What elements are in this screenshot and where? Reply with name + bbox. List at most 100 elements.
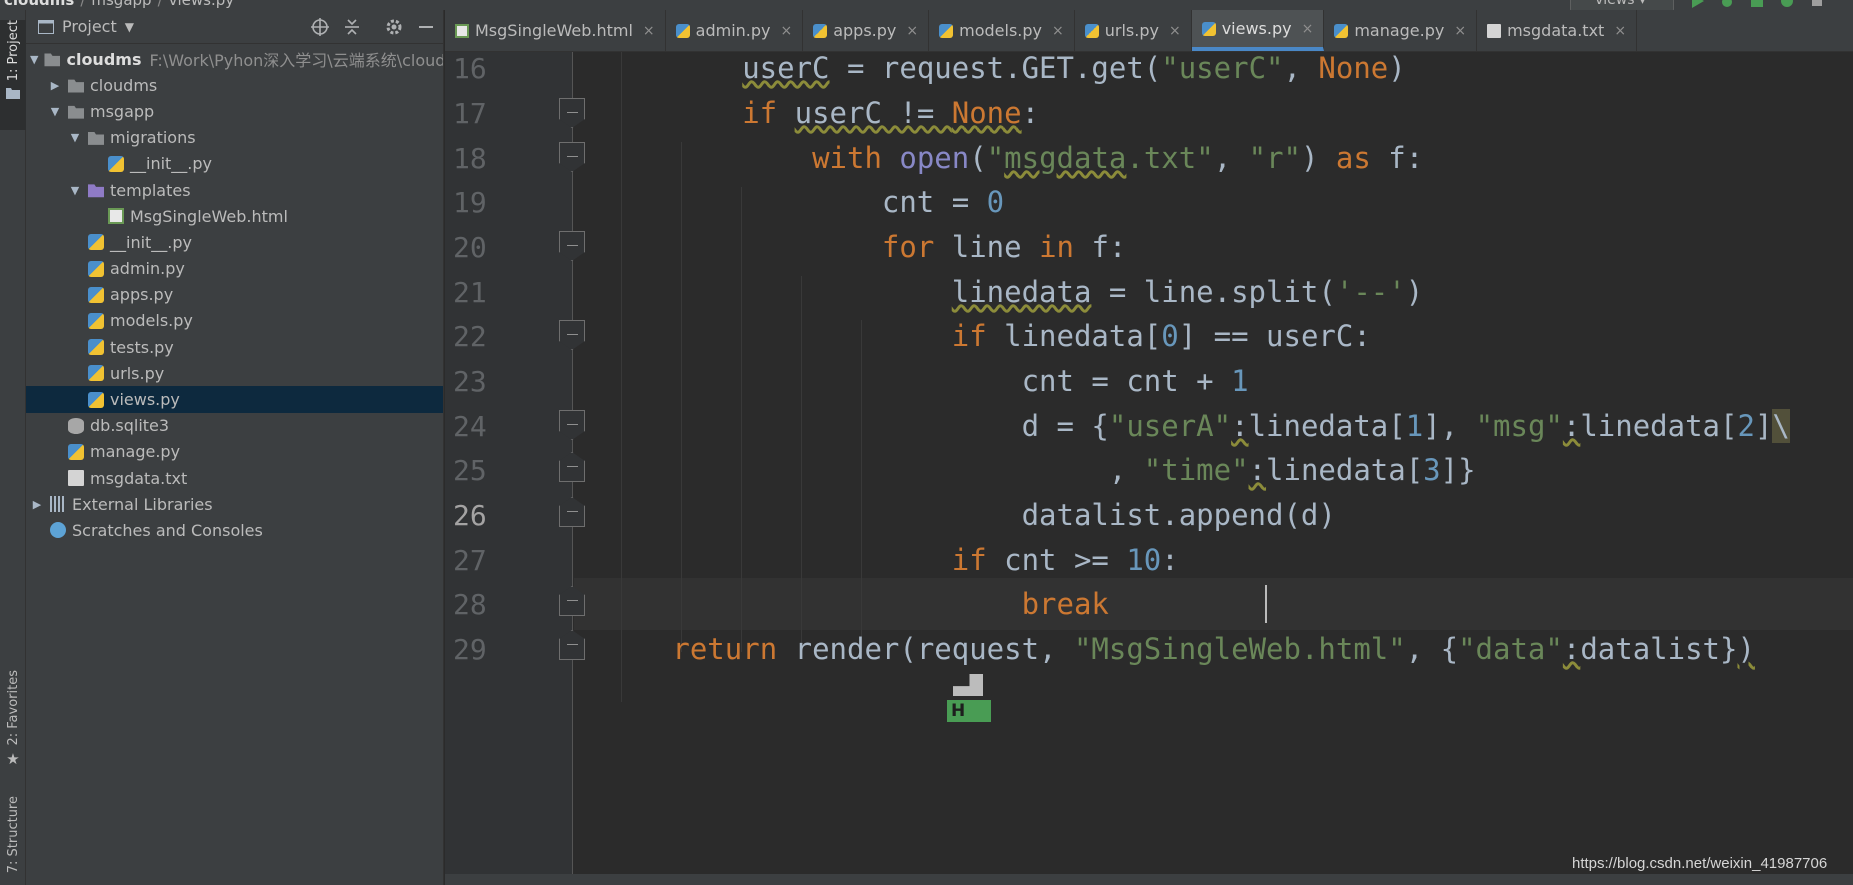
scratches-icon: [50, 522, 66, 539]
breadcrumb-separator: /: [157, 0, 163, 9]
tab-urls-py[interactable]: urls.py ×: [1075, 10, 1192, 51]
breadcrumb-folder[interactable]: msgapp: [91, 0, 151, 9]
tree-item-label: tests.py: [110, 337, 174, 357]
tree-item-views[interactable]: views.py: [26, 386, 443, 413]
tree-item-msgsingleweb[interactable]: MsgSingleWeb.html: [26, 203, 443, 229]
code-editor[interactable]: 16 17 18 19 20 21 22 23 24 25 26 27 28 2…: [445, 52, 1853, 885]
favorites-tool-tab[interactable]: 2: Favorites ★: [0, 670, 26, 770]
html-template-gutter-icon[interactable]: H: [947, 674, 991, 724]
project-panel-title[interactable]: Project: [62, 17, 117, 36]
tree-item-msgdata[interactable]: msgdata.txt: [26, 465, 443, 491]
line-number-current: 26: [453, 499, 487, 532]
stop-icon[interactable]: [1810, 0, 1824, 8]
tab-label: MsgSingleWeb.html: [475, 21, 633, 40]
tab-models-py[interactable]: models.py ×: [929, 10, 1075, 51]
tab-label: views.py: [1221, 19, 1292, 38]
tree-item-migrations-init[interactable]: __init__.py: [26, 151, 443, 177]
code-line: with open("msgdata.txt", "r") as f:: [812, 141, 1424, 175]
structure-tool-tab[interactable]: 7: Structure: [0, 796, 26, 885]
breadcrumb-file[interactable]: views.py: [169, 0, 235, 9]
chevron-down-icon[interactable]: ▼: [125, 20, 134, 34]
tab-msgsingleweb-html[interactable]: MsgSingleWeb.html ×: [445, 10, 666, 51]
tree-item-models[interactable]: models.py: [26, 308, 443, 334]
tab-apps-py[interactable]: apps.py ×: [803, 10, 930, 51]
python-file-icon: [88, 339, 104, 356]
chevron-right-icon[interactable]: ▶: [30, 498, 44, 511]
text-file-icon: [1487, 23, 1502, 38]
profile-icon[interactable]: [1780, 0, 1794, 8]
line-number: 29: [453, 633, 487, 666]
line-number: 22: [453, 320, 487, 353]
database-file-icon: [68, 417, 84, 434]
coverage-icon[interactable]: [1750, 0, 1764, 8]
tab-label: models.py: [959, 21, 1042, 40]
tree-item-external-libraries[interactable]: ▶ External Libraries: [26, 491, 443, 517]
code-line: d = {"userA":linedata[1], "msg":linedata…: [620, 409, 1790, 443]
chevron-down-icon[interactable]: ▼: [68, 131, 82, 144]
tree-item-apps[interactable]: apps.py: [26, 282, 443, 308]
library-icon: [50, 496, 66, 513]
tab-manage-py[interactable]: manage.py ×: [1324, 10, 1478, 51]
tree-item-templates[interactable]: ▼ templates: [26, 177, 443, 203]
python-file-icon: [939, 23, 954, 38]
breadcrumb-separator: /: [80, 0, 86, 9]
chevron-down-icon[interactable]: ▼: [68, 184, 82, 197]
python-file-icon: [1201, 21, 1216, 36]
tree-item-cloudms[interactable]: ▶ cloudms: [26, 72, 443, 98]
tree-item-tests[interactable]: tests.py: [26, 334, 443, 360]
tree-item-manage[interactable]: manage.py: [26, 439, 443, 465]
run-configuration-label: views: [1595, 0, 1635, 8]
code-line: if userC != None:: [742, 96, 1040, 130]
tree-item-msgapp[interactable]: ▼ msgapp: [26, 98, 443, 124]
tree-item-label: views.py: [110, 390, 180, 410]
code-line: linedata = line.split('--'): [951, 275, 1424, 309]
close-icon[interactable]: ×: [1614, 23, 1626, 39]
run-icon[interactable]: [1690, 0, 1704, 8]
code-line: return render(request, "MsgSingleWeb.htm…: [672, 632, 1755, 666]
tree-item-migrations[interactable]: ▼ migrations: [26, 125, 443, 151]
tab-views-py[interactable]: views.py ×: [1191, 10, 1325, 51]
close-icon[interactable]: ×: [1454, 23, 1466, 39]
tree-item-label: External Libraries: [72, 494, 213, 514]
chevron-down-icon[interactable]: ▼: [30, 53, 38, 66]
line-number: 28: [453, 588, 487, 621]
line-number: 18: [453, 142, 487, 175]
watermark: https://blog.csdn.net/weixin_41987706: [1570, 855, 1830, 872]
code-line: if linedata[0] == userC:: [951, 319, 1371, 353]
locate-file-icon[interactable]: [311, 18, 329, 36]
tab-admin-py[interactable]: admin.py ×: [666, 10, 804, 51]
tree-item-scratches[interactable]: Scratches and Consoles: [26, 517, 443, 543]
project-tool-tab-label: 1: Project: [5, 20, 21, 82]
hide-panel-icon[interactable]: [417, 18, 435, 36]
folder-icon: [44, 53, 61, 67]
close-icon[interactable]: ×: [1169, 23, 1181, 39]
tree-item-admin[interactable]: admin.py: [26, 256, 443, 282]
python-file-icon: [108, 155, 124, 172]
collapse-all-icon[interactable]: [343, 18, 361, 36]
close-icon[interactable]: ×: [906, 23, 918, 39]
tree-item-db-sqlite[interactable]: db.sqlite3: [26, 413, 443, 439]
tree-item-label: admin.py: [110, 259, 185, 279]
breadcrumb: cloudms / msgapp / views.py: [4, 0, 234, 9]
close-icon[interactable]: ×: [1052, 23, 1064, 39]
chevron-down-icon[interactable]: ▼: [48, 105, 62, 118]
close-icon[interactable]: ×: [780, 23, 792, 39]
run-configuration-select[interactable]: views ▾: [1570, 0, 1674, 10]
tree-item-label: apps.py: [110, 285, 174, 305]
project-tool-tab[interactable]: 1: Project: [0, 20, 26, 130]
python-file-icon: [88, 312, 104, 329]
breadcrumb-project[interactable]: cloudms: [4, 0, 74, 9]
tree-item-init[interactable]: __init__.py: [26, 229, 443, 255]
close-icon[interactable]: ×: [1302, 21, 1314, 37]
debug-icon[interactable]: [1720, 0, 1734, 8]
tree-item-urls[interactable]: urls.py: [26, 360, 443, 386]
python-file-icon: [88, 286, 104, 303]
tree-item-cloudms-root[interactable]: ▼ cloudms F:\Work\Pyhon深入学习\云端系统\cloudms: [26, 46, 443, 72]
html-file-icon: [455, 23, 469, 38]
tab-msgdata-txt[interactable]: msgdata.txt ×: [1477, 10, 1638, 51]
tree-item-label: msgapp: [90, 101, 155, 121]
code-line: , "time":linedata[3]}: [620, 453, 1476, 487]
chevron-right-icon[interactable]: ▶: [48, 79, 62, 92]
close-icon[interactable]: ×: [643, 23, 655, 39]
gear-icon[interactable]: [385, 18, 403, 36]
